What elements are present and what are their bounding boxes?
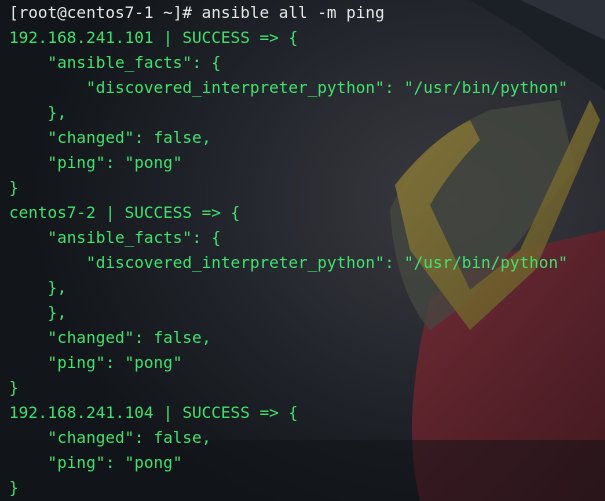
output-line: "ping": "pong"	[9, 353, 183, 372]
output-line: 192.168.241.104 | SUCCESS => {	[9, 403, 298, 422]
shell-prompt: [root@centos7-1 ~]#	[9, 3, 202, 22]
output-line: "discovered_interpreter_python": "/usr/b…	[9, 253, 568, 272]
output-line: "discovered_interpreter_python": "/usr/b…	[9, 78, 568, 97]
output-line: 192.168.241.101 | SUCCESS => {	[9, 28, 298, 47]
output-line: }	[9, 378, 19, 397]
output-line: "changed": false,	[9, 328, 212, 347]
output-line: centos7-2 | SUCCESS => {	[9, 203, 241, 222]
output-line: },	[9, 103, 67, 122]
output-line: "ping": "pong"	[9, 453, 183, 472]
output-line: },	[9, 278, 67, 297]
output-line: "changed": false,	[9, 428, 212, 447]
output-line: "ansible_facts": {	[9, 228, 221, 247]
command-text: ansible all -m ping	[201, 3, 385, 22]
output-line: },	[9, 303, 67, 322]
output-line: "ansible_facts": {	[9, 53, 221, 72]
terminal-output[interactable]: [root@centos7-1 ~]# ansible all -m ping …	[0, 0, 605, 501]
output-line: }	[9, 478, 19, 497]
command-line: [root@centos7-1 ~]# ansible all -m ping	[9, 0, 605, 25]
output-line: "ping": "pong"	[9, 153, 183, 172]
output-line: "changed": false,	[9, 128, 212, 147]
output-line: }	[9, 178, 19, 197]
